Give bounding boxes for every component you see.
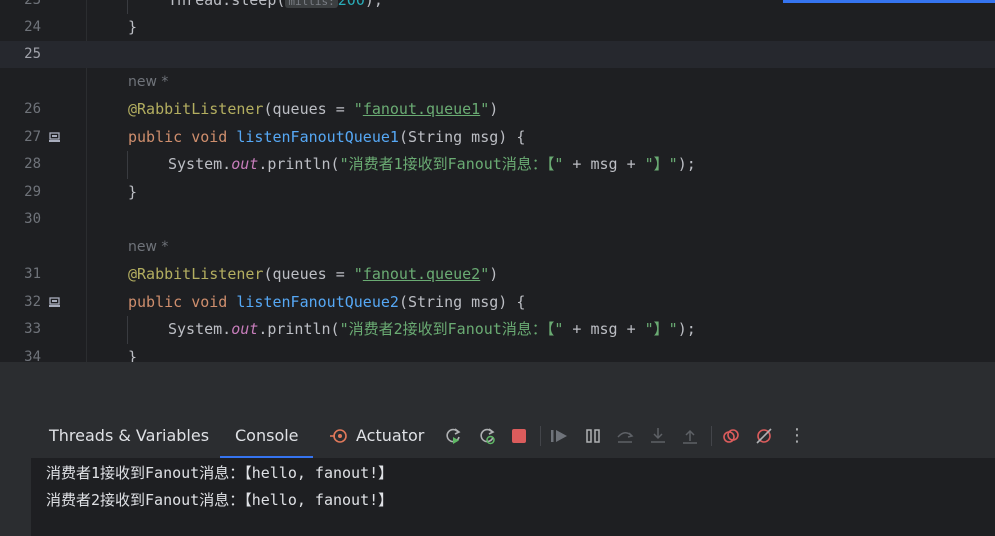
- inlay-hint-line: new *: [0, 234, 995, 261]
- code-text: (String msg) {: [398, 293, 526, 311]
- toolbar-separator: [540, 426, 541, 446]
- pause-icon[interactable]: [584, 427, 602, 445]
- string-literal: "消费者1接收到Fanout消息：【": [339, 155, 564, 173]
- code-line[interactable]: 31 @RabbitListener(queues = "fanout.queu…: [0, 261, 995, 288]
- method-name: listenFanoutQueue1: [236, 128, 399, 146]
- string-literal[interactable]: fanout.queue2: [363, 265, 480, 283]
- line-number: 23: [24, 0, 41, 8]
- code-text: }: [128, 348, 138, 362]
- code-line[interactable]: 27 public void listenFanoutQueue1(String…: [0, 124, 995, 151]
- rerun-debug-icon[interactable]: [478, 427, 496, 445]
- number-literal: 200: [337, 0, 365, 9]
- line-number: 24: [24, 19, 41, 35]
- code-text: (queues =: [263, 265, 354, 283]
- rabbit-listener-gutter-icon[interactable]: [49, 132, 60, 143]
- code-line[interactable]: 24 }: [0, 14, 995, 41]
- code-text: ): [489, 265, 499, 283]
- code-vision-hint[interactable]: new *: [128, 69, 168, 96]
- mute-breakpoints-icon[interactable]: [755, 427, 773, 445]
- static-field: out: [231, 320, 259, 338]
- keyword: public: [128, 128, 183, 146]
- code-text: + msg +: [563, 320, 645, 338]
- more-icon[interactable]: ⋮: [788, 427, 806, 445]
- code-text: System.: [168, 155, 232, 173]
- tab-actuator[interactable]: Actuator: [356, 414, 424, 458]
- string-quote: ": [353, 100, 363, 118]
- code-text: );: [677, 155, 696, 173]
- debug-toolbar: Threads & Variables Console Actuator ⋮: [0, 414, 995, 459]
- string-literal[interactable]: fanout.queue1: [363, 100, 480, 118]
- code-text: );: [364, 0, 383, 9]
- keyword: public: [128, 293, 183, 311]
- code-text: );: [677, 320, 696, 338]
- left-tool-strip: [0, 458, 31, 536]
- code-text: Thread.sleep(: [168, 0, 286, 9]
- code-line-current[interactable]: 25: [0, 41, 995, 68]
- line-number: 29: [24, 184, 41, 200]
- annotation: @RabbitListener: [128, 265, 264, 283]
- code-text: ): [489, 100, 499, 118]
- method-name: listenFanoutQueue2: [236, 293, 399, 311]
- console-line: 消费者1接收到Fanout消息：【hello, fanout!】: [46, 464, 394, 482]
- view-breakpoints-icon[interactable]: [722, 427, 740, 445]
- string-quote: ": [480, 100, 490, 118]
- tab-console[interactable]: Console: [220, 414, 312, 458]
- code-editor[interactable]: 23 Thread.sleep(millis: 200); 24 } 25 new…: [0, 0, 995, 362]
- line-number: 26: [24, 101, 41, 117]
- resume-icon[interactable]: [550, 427, 568, 445]
- static-field: out: [231, 155, 259, 173]
- step-into-icon[interactable]: [649, 427, 667, 445]
- code-vision-hint[interactable]: new *: [128, 234, 168, 261]
- actuator-icon: [329, 427, 349, 445]
- line-number: 34: [24, 349, 41, 362]
- code-line[interactable]: 28 System.out.println("消费者1接收到Fanout消息：【…: [0, 151, 995, 178]
- line-number: 33: [24, 321, 41, 337]
- string-literal: "】": [644, 320, 678, 338]
- line-number: 32: [24, 294, 41, 310]
- code-text: .println(: [258, 320, 340, 338]
- inlay-hint-line: new *: [0, 69, 995, 96]
- rabbit-listener-gutter-icon[interactable]: [49, 297, 60, 308]
- debug-tool-window: Threads & Variables Console Actuator ⋮ 消…: [0, 414, 995, 536]
- console-line: 消费者2接收到Fanout消息：【hello, fanout!】: [46, 491, 394, 509]
- line-number: 27: [24, 129, 41, 145]
- code-line[interactable]: 26 @RabbitListener(queues = "fanout.queu…: [0, 96, 995, 123]
- code-line[interactable]: 33 System.out.println("消费者2接收到Fanout消息：【…: [0, 316, 995, 343]
- indent-guide: [127, 316, 128, 344]
- step-out-icon[interactable]: [681, 427, 699, 445]
- string-literal: "】": [644, 155, 678, 173]
- stop-icon[interactable]: [510, 427, 528, 445]
- code-text: + msg +: [563, 155, 645, 173]
- code-text: }: [128, 183, 138, 201]
- indent-guide: [127, 0, 128, 14]
- line-number: 25: [24, 46, 41, 62]
- code-text: }: [128, 18, 138, 36]
- step-over-icon[interactable]: [616, 427, 634, 445]
- code-text: (queues =: [263, 100, 354, 118]
- code-line[interactable]: 23 Thread.sleep(millis: 200);: [0, 0, 995, 14]
- code-text: (String msg) {: [398, 128, 526, 146]
- code-text: .println(: [258, 155, 340, 173]
- code-line[interactable]: 30: [0, 206, 995, 233]
- panel-splitter[interactable]: [0, 362, 995, 414]
- keyword: void: [191, 293, 228, 311]
- rerun-icon[interactable]: [444, 427, 462, 445]
- line-number: 30: [24, 211, 41, 227]
- string-quote: ": [480, 265, 490, 283]
- annotation: @RabbitListener: [128, 100, 264, 118]
- indent-guide: [127, 151, 128, 179]
- string-quote: ": [353, 265, 363, 283]
- code-line[interactable]: 29 }: [0, 179, 995, 206]
- tab-threads-variables[interactable]: Threads & Variables: [49, 414, 209, 458]
- code-line[interactable]: 34 }: [0, 344, 995, 362]
- parameter-hint: millis:: [285, 0, 338, 8]
- line-number: 31: [24, 266, 41, 282]
- code-text: System.: [168, 320, 232, 338]
- string-literal: "消费者2接收到Fanout消息：【": [339, 320, 564, 338]
- line-number: 28: [24, 156, 41, 172]
- code-line[interactable]: 32 public void listenFanoutQueue2(String…: [0, 289, 995, 316]
- keyword: void: [191, 128, 228, 146]
- toolbar-separator: [711, 426, 712, 446]
